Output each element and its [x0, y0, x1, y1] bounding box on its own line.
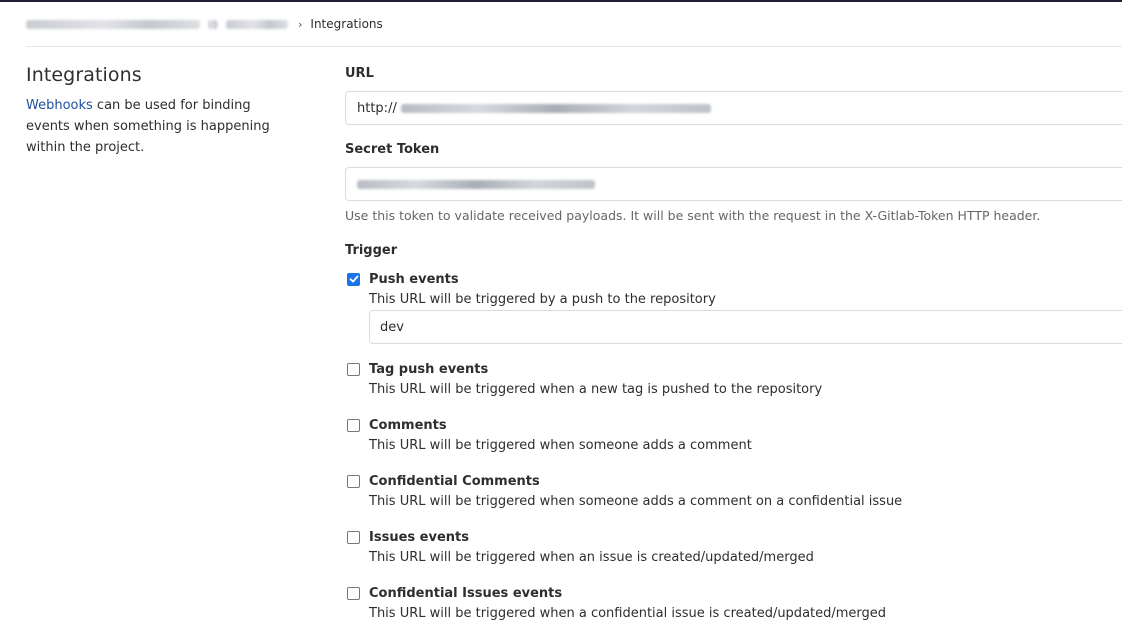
top-border: [0, 0, 1122, 2]
trigger-comments: Comments This URL will be triggered when…: [347, 417, 1122, 453]
secret-token-help: Use this token to validate received payl…: [345, 208, 1041, 223]
url-input[interactable]: http://: [345, 91, 1122, 125]
trigger-confidential-comments: Confidential Comments This URL will be t…: [347, 473, 1122, 509]
comments-description: This URL will be triggered when someone …: [369, 438, 752, 453]
issues-events-checkbox[interactable]: [347, 530, 360, 544]
tag-push-events-description: This URL will be triggered when a new ta…: [369, 382, 823, 397]
push-events-branch-input[interactable]: dev: [369, 310, 1122, 344]
secret-token-input[interactable]: [345, 167, 1122, 201]
push-events-description: This URL will be triggered by a push to …: [369, 292, 716, 307]
confidential-issues-events-checkbox[interactable]: [347, 586, 360, 600]
confidential-comments-title[interactable]: Confidential Comments: [369, 474, 540, 489]
breadcrumb-project-group[interactable]: [26, 19, 200, 29]
breadcrumb-project[interactable]: [226, 19, 288, 29]
tag-push-events-title[interactable]: Tag push events: [369, 362, 488, 377]
trigger-confidential-issues-events: Confidential Issues events This URL will…: [347, 585, 1122, 621]
issues-events-title[interactable]: Issues events: [369, 530, 469, 545]
trigger-label: Trigger: [345, 243, 398, 258]
issues-events-description: This URL will be triggered when an issue…: [369, 550, 814, 565]
breadcrumb: › Integrations: [26, 14, 383, 34]
checkmark-icon: [349, 275, 358, 283]
settings-sidebar: Integrations Webhooks can be used for bi…: [26, 64, 296, 158]
confidential-comments-checkbox[interactable]: [347, 474, 360, 488]
url-value-redacted: [400, 103, 711, 113]
trigger-tag-push-events: Tag push events This URL will be trigger…: [347, 361, 1122, 397]
comments-title[interactable]: Comments: [369, 418, 447, 433]
comments-checkbox[interactable]: [347, 418, 360, 432]
url-label: URL: [345, 66, 374, 81]
trigger-push-events: Push events This URL will be triggered b…: [347, 271, 1122, 307]
push-events-title[interactable]: Push events: [369, 272, 459, 287]
trigger-issues-events: Issues events This URL will be triggered…: [347, 529, 1122, 565]
push-events-checkbox[interactable]: [347, 272, 360, 286]
confidential-comments-description: This URL will be triggered when someone …: [369, 494, 903, 509]
breadcrumb-current[interactable]: Integrations: [310, 17, 382, 31]
secret-token-value-redacted: [357, 179, 595, 189]
url-value-prefix: http://: [357, 100, 397, 116]
push-events-branch-value: dev: [380, 319, 404, 335]
secret-token-label: Secret Token: [345, 142, 440, 157]
sidebar-description: Webhooks can be used for binding events …: [26, 95, 296, 158]
header-divider: [26, 46, 1122, 47]
webhooks-link[interactable]: Webhooks: [26, 98, 93, 113]
page-title: Integrations: [26, 64, 142, 86]
chevron-right-icon: ›: [298, 17, 303, 31]
confidential-issues-events-title[interactable]: Confidential Issues events: [369, 586, 562, 601]
breadcrumb-separator-blur: [208, 19, 218, 29]
confidential-issues-events-description: This URL will be triggered when a confid…: [369, 606, 887, 621]
tag-push-events-checkbox[interactable]: [347, 362, 360, 376]
